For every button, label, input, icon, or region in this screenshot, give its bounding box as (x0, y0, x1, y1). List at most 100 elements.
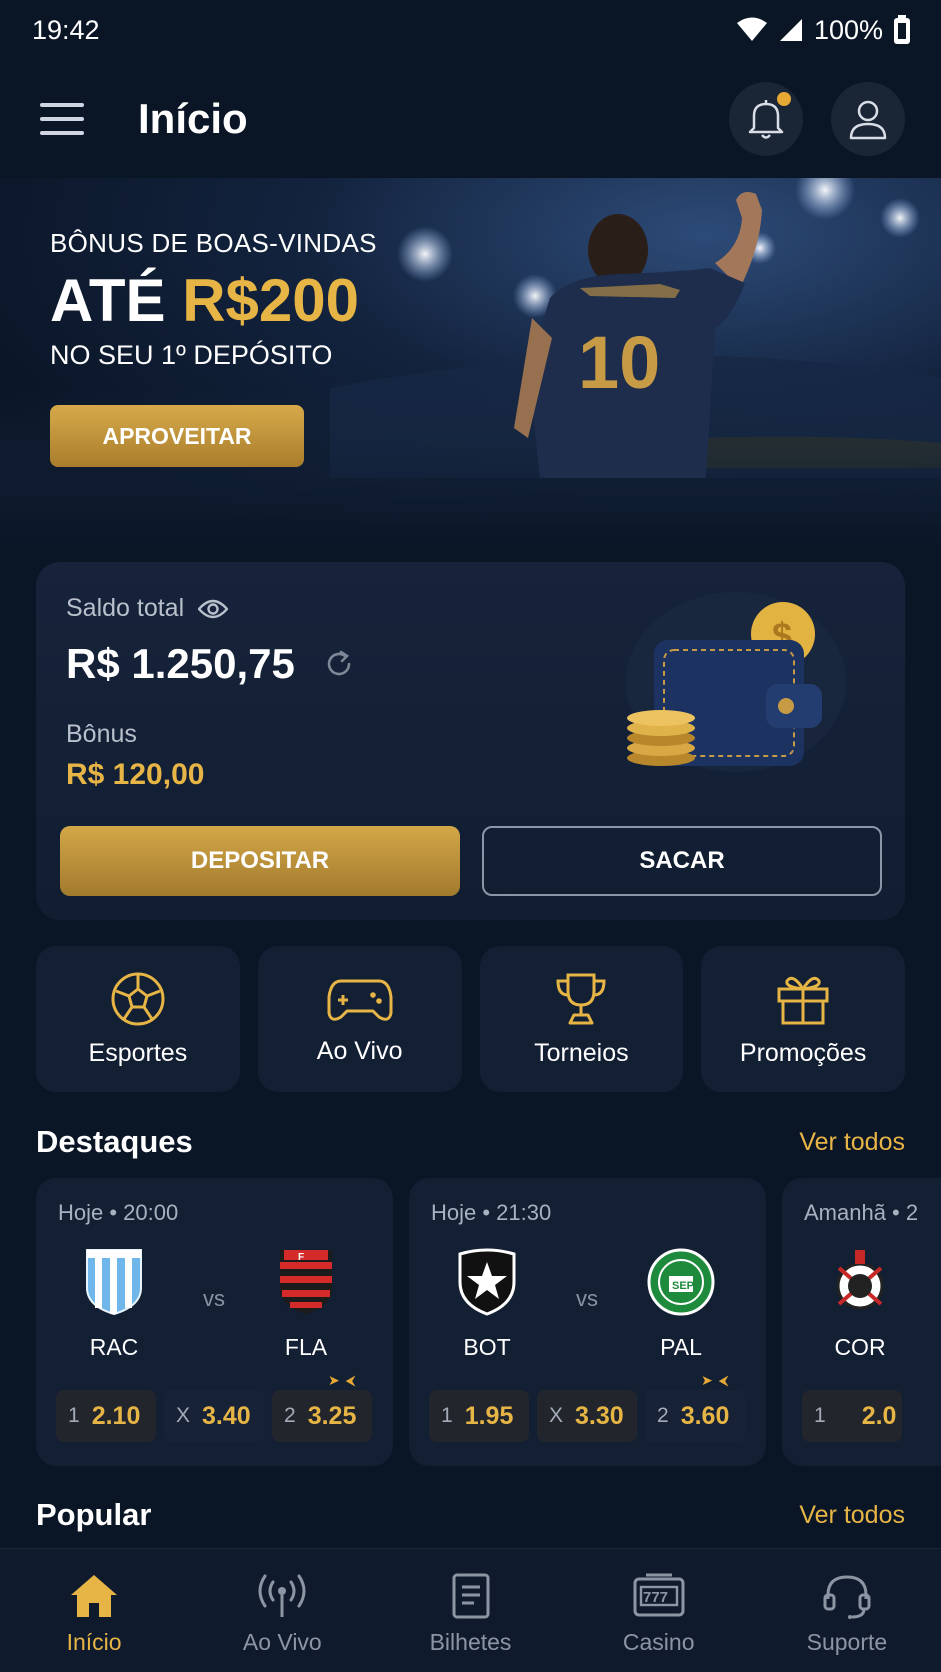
team-code: PAL (660, 1334, 702, 1360)
gamepad-icon (327, 979, 393, 1021)
quick-action-label: Torneios (534, 1038, 629, 1067)
odds-row: 1 2.0 (802, 1390, 902, 1442)
highlights-see-all-link[interactable]: Ver todos (799, 1128, 905, 1157)
away-team: SEP PAL (631, 1248, 731, 1361)
trend-arrows-icon: ➤ ⮜ (701, 1372, 730, 1388)
trophy-icon (556, 973, 606, 1024)
match-card[interactable]: Hoje • 21:30 BOT vs SEP PAL ➤ ⮜ 1 1.95 X3… (409, 1178, 766, 1466)
nav-item-support[interactable]: Suporte (753, 1549, 941, 1672)
quick-actions: Esportes Ao Vivo Torneios Promoções (36, 946, 905, 1092)
status-time: 19:42 (32, 14, 100, 45)
home-team: RAC (64, 1248, 164, 1361)
popular-see-all-link[interactable]: Ver todos (799, 1501, 905, 1530)
highlights-carousel[interactable]: Hoje • 20:00 RAC vs F FLA ➤ ⮜ 1 2.10 X 3… (36, 1178, 941, 1468)
odd-value: 3.25 (307, 1401, 357, 1430)
vs-label: vs (576, 1286, 598, 1311)
match-card[interactable]: Hoje • 20:00 RAC vs F FLA ➤ ⮜ 1 2.10 X 3… (36, 1178, 393, 1466)
flamengo-crest-icon: F (280, 1250, 332, 1314)
jersey-number: 10 (578, 321, 660, 404)
odd-key: 2 (657, 1404, 669, 1427)
quick-action-live[interactable]: Ao Vivo (257, 946, 462, 1092)
team-code: FLA (284, 1334, 328, 1360)
ticket-icon (452, 1573, 489, 1619)
banner-text: BÔNUS DE BOAS-VINDAS ATÉ R$200 NO SEU 1º… (50, 228, 377, 467)
withdraw-button[interactable]: SACAR (482, 826, 882, 896)
odd-key: X (549, 1404, 564, 1427)
odd-value: 2.10 (91, 1401, 141, 1430)
bonus-value: R$ 120,00 (66, 758, 205, 791)
promo-banner[interactable]: BÔNUS DE BOAS-VINDAS ATÉ R$200 NO SEU 1º… (0, 178, 941, 548)
quick-action-tournaments[interactable]: Torneios (479, 946, 684, 1092)
balance-label: Saldo total (66, 594, 185, 622)
gift-icon (777, 976, 829, 1024)
nav-item-tickets[interactable]: Bilhetes (376, 1549, 564, 1672)
notifications-button[interactable] (729, 82, 803, 156)
quick-action-label: Esportes (88, 1038, 188, 1067)
match-time: Amanhã • 2 (804, 1200, 919, 1225)
eye-icon[interactable] (198, 599, 229, 619)
odd-value: 3.30 (575, 1401, 624, 1430)
odd-key: X (176, 1404, 191, 1427)
wallet-illustration: $ (626, 592, 846, 772)
banner-cta-button[interactable]: APROVEITAR (50, 405, 304, 467)
nav-label: Bilhetes (429, 1629, 512, 1655)
odd-home[interactable]: 1 2.0 (802, 1390, 902, 1442)
home-team: COR (810, 1248, 910, 1361)
broadcast-icon (258, 1574, 306, 1617)
svg-text:F: F (298, 1252, 304, 1263)
odd-home[interactable]: 1 2.10 (56, 1390, 156, 1442)
match-card[interactable]: Amanhã • 2 COR 1 2.0 (782, 1178, 941, 1466)
quick-action-promotions[interactable]: Promoções (701, 946, 905, 1092)
player-illustration: 10 (514, 192, 762, 478)
status-bar: 19:42 100% (0, 0, 941, 60)
notification-dot (777, 92, 791, 106)
headset-icon (823, 1575, 871, 1619)
nav-item-home[interactable]: Início (0, 1549, 188, 1672)
nav-label: Início (66, 1629, 122, 1655)
odd-draw[interactable]: X 3.40 (164, 1390, 264, 1442)
odd-away[interactable]: 2 3.25 (272, 1390, 372, 1442)
odd-value: 1.95 (464, 1401, 514, 1430)
highlights-header: Destaques Ver todos (36, 1124, 905, 1160)
odd-value: 2.0 (861, 1401, 897, 1430)
bottom-navigation: Início Ao Vivo Bilhetes 777 Casino Supor… (0, 1548, 941, 1672)
banner-headline: ATÉ R$200 (50, 269, 377, 332)
odd-key: 1 (441, 1404, 453, 1427)
vs-label: vs (203, 1286, 225, 1311)
racing-crest-icon (86, 1249, 142, 1316)
user-icon (849, 100, 887, 140)
nav-item-casino[interactable]: 777 Casino (565, 1549, 753, 1672)
banner-eyebrow: BÔNUS DE BOAS-VINDAS (50, 228, 377, 258)
svg-text:SEP: SEP (672, 1280, 694, 1292)
odd-value: 3.60 (680, 1401, 730, 1430)
home-team: BOT (437, 1248, 537, 1361)
match-time: Hoje • 21:30 (431, 1200, 552, 1225)
deposit-button[interactable]: DEPOSITAR (60, 826, 460, 896)
team-code: COR (834, 1334, 886, 1360)
odd-key: 1 (814, 1404, 826, 1427)
refresh-icon[interactable] (323, 648, 355, 680)
profile-button[interactable] (831, 82, 905, 156)
balance-value-row: R$ 1.250,75 (66, 640, 355, 688)
odd-home[interactable]: 1 1.95 (429, 1390, 529, 1442)
battery-percent: 100% (813, 14, 883, 45)
odd-away[interactable]: 2 3.60 (645, 1390, 745, 1442)
away-team: F FLA (256, 1248, 356, 1361)
balance-card: Saldo total R$ 1.250,75 Bônus R$ 120,00 … (36, 562, 905, 920)
signal-icon (779, 19, 802, 41)
odd-draw[interactable]: X 3.30 (537, 1390, 637, 1442)
odd-key: 2 (284, 1404, 296, 1427)
nav-item-live[interactable]: Ao Vivo (188, 1549, 376, 1672)
balance-label-row: Saldo total (66, 594, 229, 623)
odd-value: 3.40 (202, 1401, 251, 1430)
odds-row: 1 1.95 X 3.30 2 3.60 (429, 1390, 745, 1442)
banner-headline-prefix: ATÉ (50, 267, 166, 334)
nav-label: Suporte (806, 1629, 888, 1655)
svg-text:777: 777 (643, 1589, 668, 1606)
home-icon (71, 1575, 118, 1617)
trend-arrows-icon: ➤ ⮜ (328, 1372, 357, 1388)
quick-action-label: Promoções (739, 1038, 867, 1067)
hamburger-menu-icon[interactable] (40, 103, 84, 135)
quick-action-sports[interactable]: Esportes (36, 946, 240, 1092)
banner-subline: NO SEU 1º DEPÓSITO (50, 340, 333, 370)
